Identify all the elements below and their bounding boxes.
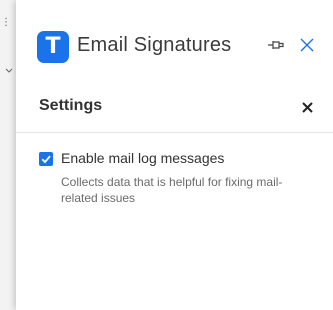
pane-header: T Email Signatures xyxy=(16,0,333,90)
close-icon[interactable] xyxy=(299,37,315,53)
more-options-icon[interactable]: ⋮ xyxy=(1,18,11,28)
settings-header: Settings xyxy=(16,90,333,133)
app-window: ⋮ T Email Signatures Settings Enable mai… xyxy=(0,0,333,310)
enable-mail-log-checkbox[interactable] xyxy=(39,152,53,166)
background-app-strip: ⋮ xyxy=(0,0,16,310)
settings-title: Settings xyxy=(39,97,103,114)
chevron-down-icon[interactable] xyxy=(4,66,14,76)
checkmark-icon xyxy=(41,155,51,164)
task-pane: T Email Signatures Settings Enable mail … xyxy=(16,0,333,310)
pin-icon[interactable] xyxy=(267,37,285,53)
option-label: Enable mail log messages xyxy=(61,150,225,166)
close-icon[interactable] xyxy=(302,102,313,113)
pane-title: Email Signatures xyxy=(77,34,232,56)
option-description: Collects data that is helpful for fixing… xyxy=(61,175,283,205)
app-logo: T xyxy=(37,31,69,63)
